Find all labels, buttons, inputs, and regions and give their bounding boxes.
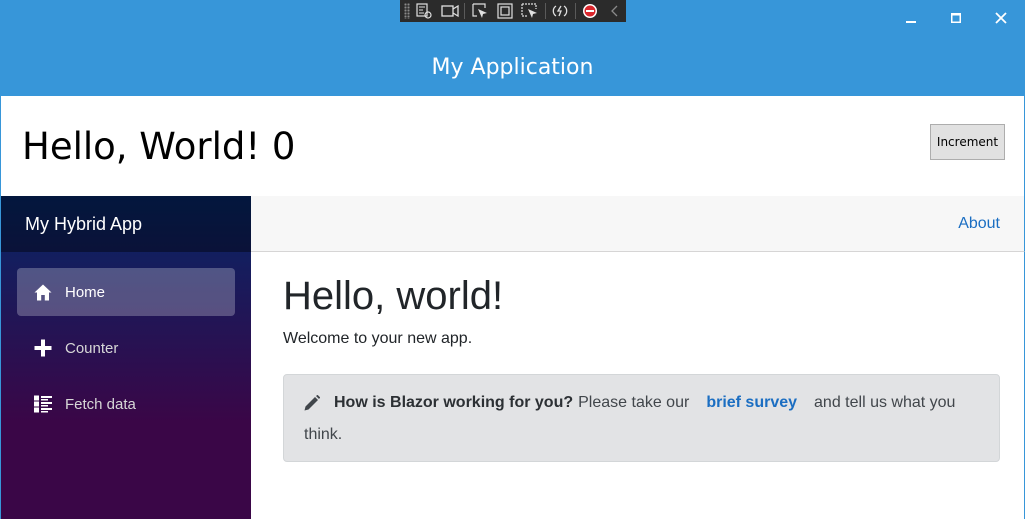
pencil-icon (304, 395, 320, 411)
close-icon[interactable] (981, 6, 1021, 30)
survey-line: How is Blazor working for you? Please ta… (304, 394, 955, 412)
survey-text-after: and tell us what you (814, 394, 956, 411)
brand-title[interactable]: My Hybrid App (25, 213, 142, 235)
display-layout-adorners-icon[interactable] (494, 2, 515, 20)
record-icon[interactable] (439, 2, 460, 20)
live-visual-tree-icon[interactable] (414, 2, 435, 20)
select-element-icon[interactable] (469, 2, 490, 20)
list-rich-icon (33, 394, 53, 414)
nav-item-counter[interactable]: Counter (17, 324, 235, 372)
toolbar-separator (464, 3, 466, 19)
welcome-text: Welcome to your new app. (283, 330, 473, 347)
home-icon (33, 282, 53, 302)
increment-button[interactable]: Increment (930, 124, 1005, 160)
survey-question: How is Blazor working for you? (334, 394, 574, 411)
nav-item-home[interactable]: Home (17, 268, 235, 316)
brief-survey-link[interactable]: brief survey (706, 394, 797, 412)
sidebar: My Hybrid App Home Counter Fetch data (0, 196, 251, 519)
nav-label-counter: Counter (65, 339, 119, 357)
hot-reload-icon[interactable] (550, 2, 571, 20)
minimize-icon[interactable] (891, 6, 931, 30)
toolbar-grip[interactable] (404, 3, 410, 19)
window-title: My Application (431, 55, 594, 80)
main-content: Hello, world! Welcome to your new app. H… (251, 252, 1025, 519)
survey-text-before: Please take our (578, 394, 690, 411)
top-row: About (251, 196, 1025, 252)
sidebar-brand: My Hybrid App (1, 196, 251, 252)
about-link[interactable]: About (958, 213, 1000, 235)
toolbar-separator (574, 3, 576, 19)
nav-item-fetch-data[interactable]: Fetch data (17, 380, 235, 428)
track-focused-element-icon[interactable] (519, 2, 540, 20)
survey-text-wrap: think. (304, 426, 343, 443)
counter-heading: Hello, World! 0 (22, 125, 296, 168)
nav-label-home: Home (65, 283, 106, 301)
toolbar-separator (544, 3, 546, 19)
page-title: Hello, world! (283, 274, 504, 318)
debug-toolbar (400, 0, 626, 22)
maximize-icon[interactable] (936, 6, 976, 30)
header-panel: Hello, World! 0 Increment (0, 96, 1025, 196)
stop-icon[interactable] (580, 2, 601, 20)
survey-prompt: How is Blazor working for you? Please ta… (283, 374, 1000, 462)
collapse-icon[interactable] (605, 2, 626, 20)
plus-icon (33, 338, 53, 358)
nav-label-fetch-data: Fetch data (65, 395, 136, 413)
